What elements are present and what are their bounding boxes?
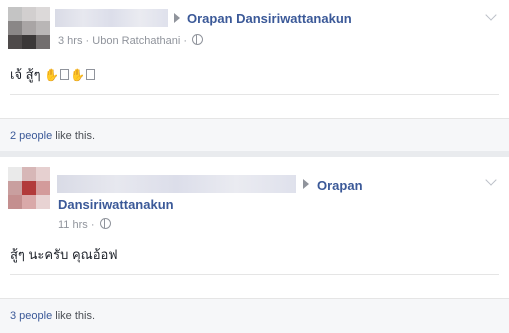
- chevron-down-icon[interactable]: [485, 9, 497, 21]
- arrow-right-icon: [174, 13, 180, 23]
- likes-count-link[interactable]: 3 people: [10, 310, 52, 322]
- hand-emoji-icon: ✋: [70, 68, 86, 82]
- globe-icon: [99, 218, 111, 229]
- likes-bar: 2 people like this.: [0, 118, 509, 151]
- post-meta: 11 hrs ·: [58, 218, 111, 231]
- timestamp[interactable]: 3 hrs: [58, 35, 82, 47]
- meta-separator: ·: [90, 219, 95, 231]
- avatar[interactable]: [8, 7, 50, 49]
- author-link[interactable]: Orapan Dansiriwattanakun: [187, 11, 352, 26]
- meta-separator: ·: [183, 35, 188, 47]
- post-meta: 3 hrs · Ubon Ratchathani ·: [58, 34, 204, 47]
- divider: [10, 94, 499, 95]
- author-link-line-1[interactable]: Orapan: [317, 178, 363, 193]
- likes-suffix: like this.: [52, 310, 96, 322]
- post-2: Orapan Dansiriwattanakun 11 hrs · สู้ๆ น…: [0, 157, 509, 333]
- arrow-right-icon: [303, 179, 309, 189]
- likes-bar: 3 people like this.: [0, 298, 509, 333]
- likes-suffix: like this.: [52, 130, 96, 142]
- likes-summary: 2 people like this.: [10, 130, 95, 142]
- divider: [10, 274, 499, 275]
- post-text: สู้ๆ นะครับ คุณอ้อฟ: [10, 247, 118, 262]
- likes-count-link[interactable]: 2 people: [10, 130, 52, 142]
- likes-summary: 3 people like this.: [10, 310, 95, 322]
- missing-glyph-icon: [86, 69, 96, 80]
- post-text: เจ้ สู้ๆ ✋ ✋: [10, 64, 96, 85]
- missing-glyph-icon: [60, 69, 70, 80]
- timestamp[interactable]: 11 hrs: [58, 219, 88, 231]
- redacted-name: [55, 9, 168, 27]
- globe-icon: [192, 34, 204, 45]
- redacted-name: [57, 175, 296, 193]
- author-link-line-2[interactable]: Dansiriwattanakun: [58, 197, 174, 212]
- meta-separator: ·: [85, 35, 90, 47]
- location-link[interactable]: Ubon Ratchathani: [92, 35, 180, 47]
- hand-emoji-icon: ✋: [44, 68, 60, 82]
- chevron-down-icon[interactable]: [485, 174, 497, 186]
- avatar[interactable]: [8, 167, 50, 209]
- post-1: Orapan Dansiriwattanakun 3 hrs · Ubon Ra…: [0, 0, 509, 151]
